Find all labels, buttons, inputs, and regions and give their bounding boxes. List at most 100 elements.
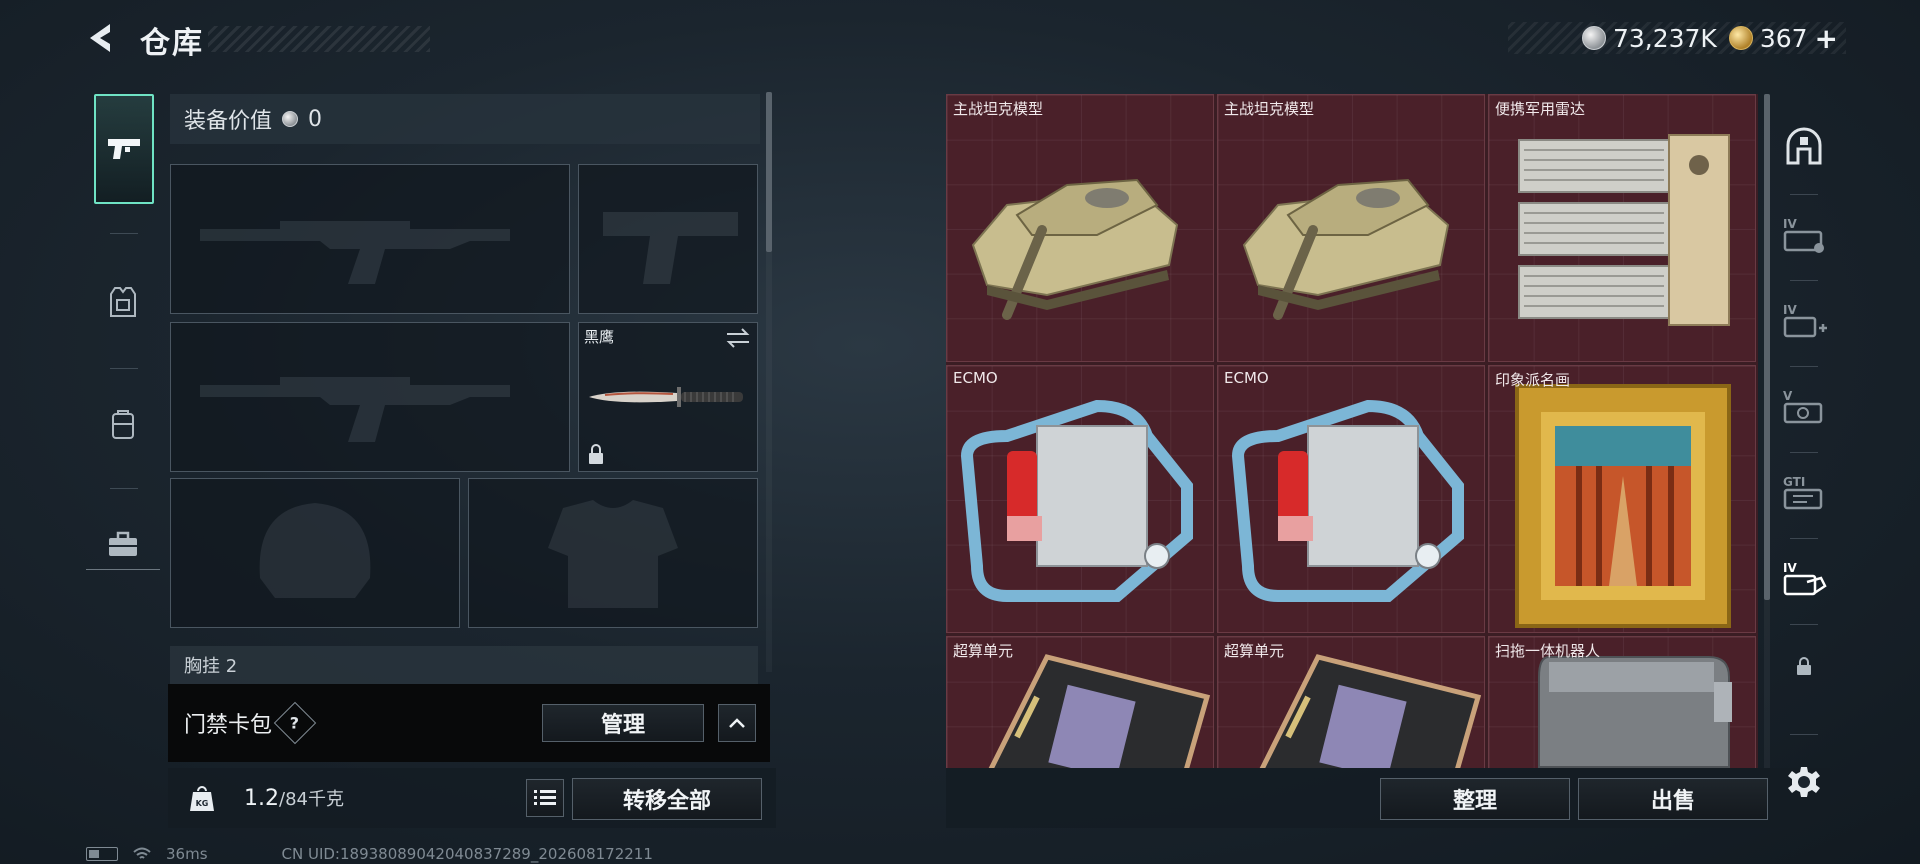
collapse-button[interactable] [718,704,756,742]
melee-slot[interactable]: 黑鹰 [578,322,758,472]
storage-tab-iv[interactable]: IV [1774,194,1834,278]
storage-v-icon: V [1783,389,1823,424]
tank-icon [971,178,1179,320]
painting-icon [1515,384,1731,628]
chest-rig-icon [110,287,136,317]
helmet-slot[interactable] [170,478,460,628]
item-label: 便携军用雷达 [1495,100,1586,118]
grid-item-painting[interactable]: 印象派名画 [1488,365,1756,633]
chevron-up-icon [729,718,745,728]
manage-button[interactable]: 管理 [542,704,704,742]
sell-button[interactable]: 出售 [1578,778,1768,820]
storage-tab-v[interactable]: V [1774,366,1834,450]
organize-button[interactable]: 整理 [1380,778,1570,820]
item-label: 印象派名画 [1495,371,1571,389]
body-armor-slot[interactable] [468,478,758,628]
settings-button[interactable] [1774,740,1834,824]
nav-tab-case[interactable] [86,488,160,600]
pistol-slot[interactable] [578,164,758,314]
melee-item-label: 黑鹰 [584,328,615,346]
grid-scrollbar[interactable] [1764,94,1770,600]
back-button[interactable] [84,20,120,56]
pistol-icon [108,139,140,159]
list-icon [534,790,556,805]
list-view-button[interactable] [526,779,564,817]
radar-icon [1518,134,1730,326]
battery-icon [86,847,118,861]
back-arrow-icon [90,24,110,52]
page-title: 仓库 [140,26,204,61]
grid-item-supercomputer-1[interactable]: 超算单元 [946,636,1214,768]
item-label: 超算单元 [953,642,1014,660]
ecmo-icon [1231,399,1464,602]
backpack-icon [112,410,134,439]
svg-text:GTI: GTI [1783,475,1805,489]
storage-nav: IV IV V GTI IV [1774,94,1834,824]
grid-item-tank-2[interactable]: 主战坦克模型 [1217,94,1485,362]
storage-gti-icon: GTI [1783,475,1823,510]
chest-rig-section[interactable]: 胸挂 2 [170,646,758,686]
equipment-scrollbar[interactable] [766,92,772,252]
tank-icon [1242,178,1450,320]
swap-icon[interactable] [725,327,751,349]
rifle-silhouette-icon [200,377,510,442]
equipment-value: 0 [308,106,323,132]
grid-item-radar[interactable]: 便携军用雷达 [1488,94,1756,362]
grid-item-tank-1[interactable]: 主战坦克模型 [946,94,1214,362]
equipment-value-label: 装备价值 [184,109,273,134]
grid-item-supercomputer-2[interactable]: 超算单元 [1217,636,1485,768]
primary-weapon-slot-1[interactable] [170,164,570,314]
rifle-silhouette-icon [200,221,510,284]
currency-bar: 73,237K 367 + [1508,22,1846,55]
item-label: 主战坦克模型 [1224,100,1315,118]
storage-tab-iv-plus[interactable]: IV [1774,280,1834,364]
item-label: ECMO [953,369,998,387]
nav-divider [110,233,138,234]
storage-iv-hand-icon: IV [1783,561,1827,596]
nav-tab-backpack[interactable] [86,368,160,480]
grid-item-ecmo-2[interactable]: ECMO [1217,365,1485,633]
item-label: 超算单元 [1224,642,1285,660]
pistol-silhouette-icon [603,212,738,284]
silver-currency[interactable]: 73,237K [1581,23,1717,53]
ping-readout: 36ms [166,845,208,863]
keycard-help-icon[interactable]: ? [273,701,317,745]
add-gold-button[interactable]: + [1815,22,1838,55]
gear-icon [1788,767,1820,797]
storage-tab-main[interactable] [1774,104,1834,188]
equipment-value-header: 装备价值 0 [170,94,760,144]
item-label: 主战坦克模型 [953,100,1044,118]
storage-tab-locked[interactable] [1774,624,1834,708]
briefcase-icon [109,531,137,556]
gold-currency[interactable]: 367 + [1728,22,1838,55]
transfer-all-button[interactable]: 转移全部 [572,778,762,820]
keycard-label: 门禁卡包 [184,713,273,738]
svg-text:IV: IV [1783,303,1797,317]
svg-text:IV: IV [1783,217,1797,231]
silver-amount: 73,237K [1612,23,1717,53]
silver-coin-icon [1581,26,1606,50]
lock-icon [1797,657,1811,675]
grid-item-robot-vacuum[interactable]: 扫拖一体机器人 [1488,636,1756,768]
storage-tab-iv-hand[interactable]: IV [1774,538,1834,622]
body-armor-silhouette-icon [548,500,678,608]
gold-amount: 367 [1759,23,1808,53]
storage-tab-gti[interactable]: GTI [1774,452,1834,536]
uid-readout: CN UID:18938089042040837289_202608172211 [281,845,653,863]
title-decoration [208,26,430,52]
left-category-nav [86,88,160,570]
lock-icon [589,444,603,464]
capacity-footer: KG 1.2/84千克 转移全部 [168,768,776,828]
warehouse-grid: 主战坦克模型 主战坦克模型 便携军用雷达 ECMO ECMO 印象派名画 超算单… [946,94,1758,768]
grid-footer: 整理 出售 [946,768,1830,828]
weight-icon: KG [180,776,224,820]
helmet-silhouette-icon [259,503,371,598]
nav-tab-armor[interactable] [86,246,160,358]
nav-tab-weapons[interactable] [94,94,154,204]
chest-rig-count: 2 [225,656,238,677]
storage-iv-plus-icon: IV [1783,303,1827,338]
chest-rig-label: 胸挂 [184,656,220,677]
primary-weapon-slot-2[interactable] [170,322,570,472]
grid-item-ecmo-1[interactable]: ECMO [946,365,1214,633]
storage-icon [1786,127,1822,165]
